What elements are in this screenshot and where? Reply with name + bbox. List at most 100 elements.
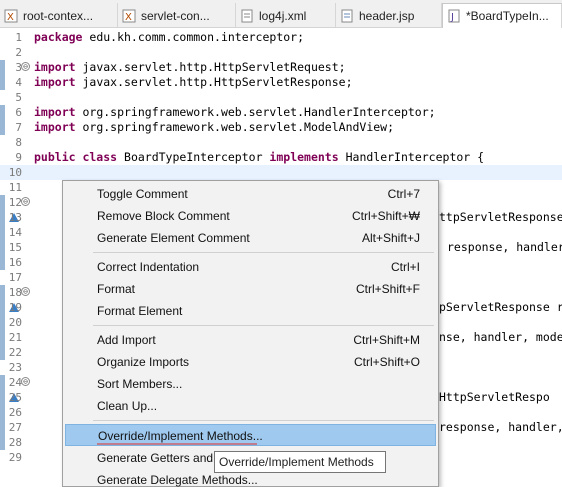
change-marker	[0, 255, 5, 270]
change-marker	[0, 405, 5, 420]
menu-item-label: Format	[97, 282, 136, 296]
tab-header-jsp[interactable]: header.jsp	[336, 3, 442, 28]
code-line: 6 import org.springframework.web.servlet…	[0, 105, 562, 120]
line-number: 25	[8, 391, 22, 404]
fold-toggle-icon[interactable]: ⊖	[21, 377, 30, 386]
code-text: package edu.kh.comm.common.interceptor;	[34, 30, 304, 45]
fold-toggle-icon[interactable]: ⊖	[21, 287, 30, 296]
code-rest: javax.servlet.http.HttpServletResponse;	[75, 75, 353, 89]
line-number: 16	[8, 256, 22, 269]
menu-item-shortcut: Alt+Shift+J	[361, 231, 420, 245]
code-line: 5	[0, 90, 562, 105]
tab-label: *BoardTypeIn...	[466, 9, 549, 23]
line-number: 17	[8, 271, 22, 284]
menu-separator	[93, 420, 434, 421]
menu-item-clean-up[interactable]: Clean Up...	[65, 395, 436, 417]
menu-separator	[93, 325, 434, 326]
fold-toggle-icon[interactable]: ⊖	[21, 197, 30, 206]
line-number: 12	[8, 196, 22, 209]
menu-item-toggle-comment[interactable]: Toggle Comment Ctrl+7	[65, 183, 436, 205]
menu-item-label: Remove Block Comment	[97, 209, 230, 223]
code-fragment: ttpServletResponse	[439, 210, 562, 224]
line-number: 9	[15, 151, 22, 164]
line-number: 18	[8, 286, 22, 299]
code-fragment: pServletResponse r	[439, 300, 562, 314]
line-number: 23	[8, 361, 22, 374]
menu-item-label: Format Element	[97, 304, 183, 318]
code-fragment: HttpServletRespo	[439, 390, 550, 404]
menu-item-label: Clean Up...	[97, 399, 158, 413]
line-number: 15	[8, 241, 22, 254]
menu-item-label: Organize Imports	[97, 355, 190, 369]
menu-item-label: Add Import	[97, 333, 156, 347]
keyword: import	[34, 105, 76, 119]
menu-item-format-element[interactable]: Format Element	[65, 300, 436, 322]
jsp-file-icon	[341, 9, 353, 22]
java-file-icon: J	[448, 9, 460, 23]
menu-item-shortcut: Ctrl+7	[387, 187, 420, 201]
code-rest: org.springframework.web.servlet.ModelAnd…	[75, 120, 395, 134]
line-number: 14	[8, 226, 22, 239]
xml-file-icon: X	[122, 9, 136, 23]
change-marker	[0, 375, 5, 390]
keyword: implements	[269, 150, 339, 164]
keyword: import	[34, 120, 76, 134]
menu-separator	[93, 252, 434, 253]
tooltip: Override/Implement Methods	[214, 451, 386, 473]
line-number: 22	[8, 346, 22, 359]
menu-item-sort-members[interactable]: Sort Members...	[65, 373, 436, 395]
menu-item-correct-indentation[interactable]: Correct Indentation Ctrl+I	[65, 256, 436, 278]
change-marker	[0, 315, 5, 330]
line-number: 5	[15, 91, 22, 104]
keyword: public class	[34, 150, 118, 164]
svg-text:X: X	[7, 12, 14, 23]
tab-log4j[interactable]: log4j.xml	[236, 3, 336, 28]
svg-text:X: X	[125, 12, 132, 23]
menu-item-organize-imports[interactable]: Organize Imports Ctrl+Shift+O	[65, 351, 436, 373]
change-marker	[0, 390, 5, 405]
change-marker	[0, 330, 5, 345]
line-number: 2	[15, 46, 22, 59]
menu-item-label: Correct Indentation	[97, 260, 200, 274]
menu-item-remove-block-comment[interactable]: Remove Block Comment Ctrl+Shift+₩	[65, 205, 436, 227]
keyword: import	[34, 60, 76, 74]
change-marker	[0, 300, 5, 315]
fold-toggle-icon[interactable]: ⊖	[21, 62, 30, 71]
line-number: 6	[15, 106, 22, 119]
code-line: 8	[0, 135, 562, 150]
menu-item-label: Generate Element Comment	[97, 231, 250, 245]
tab-board-type-interceptor[interactable]: J *BoardTypeIn...	[442, 3, 562, 28]
class-name: BoardTypeInterceptor	[117, 150, 270, 164]
line-number: 28	[8, 436, 22, 449]
line-number: 21	[8, 331, 22, 344]
tab-label: header.jsp	[359, 8, 415, 23]
keyword: import	[34, 75, 76, 89]
svg-text:J: J	[450, 12, 454, 23]
tab-root-context[interactable]: X root-contex...	[0, 3, 118, 28]
line-number: 29	[8, 451, 22, 464]
line-number: 26	[8, 406, 22, 419]
menu-item-shortcut: Ctrl+Shift+M	[353, 333, 420, 347]
code-fragment: nse, handler, mode	[439, 330, 562, 344]
tab-servlet-context[interactable]: X servlet-con...	[118, 3, 236, 28]
change-marker	[0, 60, 5, 75]
current-line: 10	[0, 165, 562, 180]
code-line: 9 public class BoardTypeInterceptor impl…	[0, 150, 562, 165]
code-text: import org.springframework.web.servlet.M…	[34, 120, 394, 135]
menu-item-shortcut: Ctrl+Shift+₩	[351, 209, 420, 223]
change-marker	[0, 75, 5, 90]
code-fragment: response, handler	[447, 240, 562, 254]
code-text: import org.springframework.web.servlet.H…	[34, 105, 436, 120]
code-rest: javax.servlet.http.HttpServletRequest;	[75, 60, 346, 74]
change-marker	[0, 420, 5, 435]
menu-item-generate-element-comment[interactable]: Generate Element Comment Alt+Shift+J	[65, 227, 436, 249]
change-marker	[0, 210, 5, 225]
hover-underline	[97, 443, 257, 445]
keyword: package	[34, 30, 83, 44]
menu-item-add-import[interactable]: Add Import Ctrl+Shift+M	[65, 329, 436, 351]
code-rest: edu.kh.comm.common.interceptor;	[82, 30, 305, 44]
line-number: 11	[8, 181, 22, 194]
change-marker	[0, 120, 5, 135]
source-context-menu: Toggle Comment Ctrl+7 Remove Block Comme…	[62, 180, 439, 487]
menu-item-format[interactable]: Format Ctrl+Shift+F	[65, 278, 436, 300]
